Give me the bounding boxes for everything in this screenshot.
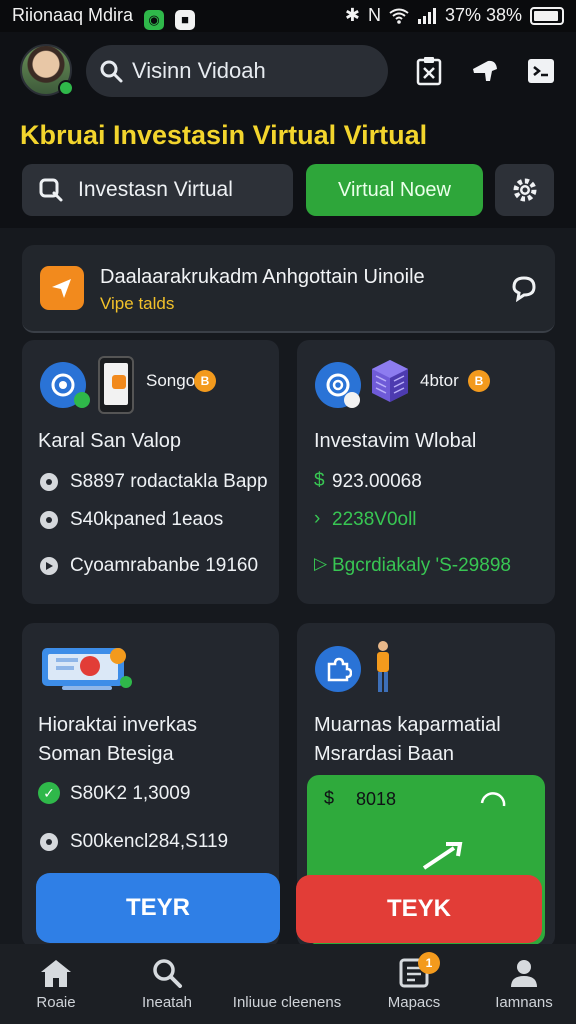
card-row: S40kpaned 1eaos	[70, 509, 224, 530]
nav-label: Roaie	[36, 994, 76, 1011]
card-title: Muarnas kaparmatial	[314, 714, 501, 736]
nav-item-profile[interactable]: Iamnans	[492, 958, 556, 1011]
dollar-icon: $	[324, 788, 335, 808]
card-subtitle: Msrardasi Baan	[314, 743, 455, 765]
nav-item-activity[interactable]: Inliuue cleenens	[222, 958, 352, 1011]
cube-icon	[370, 358, 410, 404]
dollar-icon: $	[314, 470, 325, 491]
play-icon: ▷	[314, 554, 328, 573]
search-icon	[100, 60, 123, 83]
puzzle-icon	[315, 646, 361, 692]
card-title: Karal San Valop	[38, 430, 182, 452]
figure-icon	[374, 640, 392, 696]
page-title: Kbruai Investasin Virtual Virtual	[20, 120, 428, 150]
megaphone-icon[interactable]	[466, 52, 504, 90]
card-row: 2238V0oll	[332, 509, 417, 530]
check-icon: ✓	[38, 782, 60, 804]
nav-label: Inliuue cleenens	[232, 994, 342, 1011]
card-subtitle: Soman Btesiga	[38, 743, 174, 765]
card-row: Cyoamrabanbe 19160	[70, 555, 259, 576]
card-title: Investavim Wlobal	[314, 430, 477, 452]
play-icon	[40, 557, 58, 575]
status-dot	[74, 392, 90, 408]
trend-arrow-icon	[420, 840, 466, 870]
status-left: Riionaaq Mdira ◉ ■	[12, 5, 196, 30]
clock-icon	[40, 511, 58, 529]
clock-icon	[40, 473, 58, 491]
card-tag: Songo	[146, 371, 196, 390]
settings-button[interactable]	[495, 164, 554, 216]
dashboard-illustration-icon	[42, 646, 132, 692]
investment-search-button[interactable]: Investasn Virtual	[22, 164, 293, 216]
battery-percent: 37% 38%	[444, 5, 522, 25]
card-row: S80K2 1,3009	[70, 783, 191, 804]
virtual-now-button[interactable]: Virtual Noew	[306, 164, 483, 216]
search-icon	[39, 178, 63, 202]
terminal-icon[interactable]	[522, 52, 560, 90]
status-app-name: Riionaaq Mdira	[12, 5, 134, 25]
chat-bubble-icon[interactable]	[508, 272, 540, 304]
battery-icon	[530, 6, 564, 25]
clipboard-x-icon[interactable]	[410, 52, 448, 90]
panel-value: 8018	[356, 789, 397, 809]
search-icon	[153, 959, 182, 988]
chevron-right-icon: ›	[314, 508, 321, 529]
card-row: 923.00068	[332, 471, 422, 492]
refresh-icon[interactable]	[476, 786, 510, 820]
teyr-button[interactable]: TEYR	[36, 873, 280, 943]
card-row: S8897 rodactakla Bapp	[70, 471, 268, 492]
gear-icon	[513, 178, 536, 202]
status-dot	[344, 392, 360, 408]
phone-icon	[98, 356, 134, 414]
banner-subtitle[interactable]: Vipe talds	[100, 294, 174, 314]
wifi-icon	[389, 8, 409, 24]
user-icon	[511, 960, 537, 987]
card-title: Hioraktai inverkas	[38, 714, 197, 736]
send-icon	[40, 266, 84, 310]
banner-title: Daalaarakrukadm Anhgottain Uinoile	[100, 266, 425, 288]
app-notification-icon: ◉	[144, 10, 165, 30]
nav-item-home[interactable]: Roaie	[30, 958, 82, 1011]
home-icon	[41, 960, 71, 987]
investment-button-label: Investasn Virtual	[78, 178, 233, 201]
card-row: S00kencl284,S119	[70, 831, 229, 852]
coin-icon: B	[468, 370, 490, 392]
nav-label: Ineatah	[141, 994, 193, 1011]
teyk-button[interactable]: TEYK	[296, 875, 542, 943]
nav-item-search[interactable]: Ineatah	[132, 958, 202, 1011]
status-right: ✱ N 37% 38%	[345, 5, 564, 26]
announcement-banner[interactable]	[22, 245, 555, 333]
clock-icon	[40, 833, 58, 851]
card-tag: 4btor	[420, 371, 459, 390]
signal-icon	[417, 7, 436, 24]
notification-badge: 1	[418, 952, 440, 974]
search-bar[interactable]: Visinn Vidoah	[86, 45, 388, 97]
bluetooth-icon: ✱	[344, 5, 360, 25]
card-row: Bgcrdiakaly 'S-29898	[332, 555, 511, 576]
nfc-icon: N	[367, 5, 381, 25]
coin-icon: B	[194, 370, 216, 392]
search-input[interactable]: Visinn Vidoah	[132, 58, 266, 84]
online-status-dot	[58, 80, 74, 96]
nav-label: Iamnans	[495, 994, 553, 1011]
message-icon: ■	[175, 10, 196, 30]
nav-label: Mapacs	[387, 994, 441, 1011]
